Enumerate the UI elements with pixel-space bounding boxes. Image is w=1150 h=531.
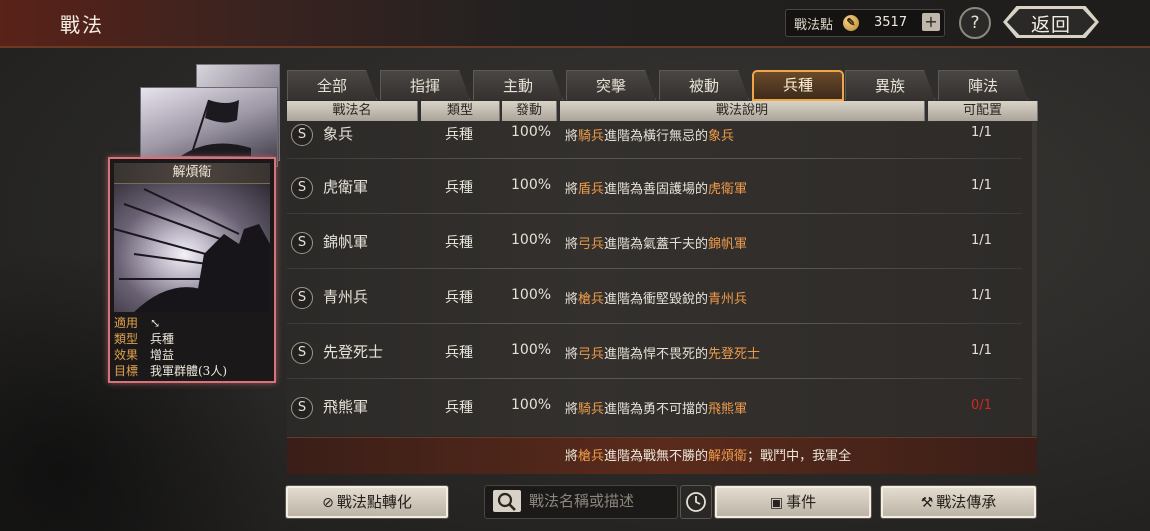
- spearmen-art-icon: [114, 188, 270, 312]
- tactic-name: 錦帆軍: [323, 233, 369, 251]
- tactic-slots: 1/1: [971, 178, 992, 193]
- card-artwork: [114, 184, 270, 312]
- col-header-rate: 發動: [502, 101, 557, 121]
- table-scrollbar[interactable]: [1032, 122, 1037, 436]
- tactic-slots: 1/1: [971, 125, 992, 140]
- convert-icon: ⊘: [322, 495, 334, 511]
- card-title: 解煩衛: [114, 163, 270, 184]
- tactic-name: 飛熊軍: [323, 398, 369, 416]
- grade-badge: S: [291, 232, 313, 254]
- table-row[interactable]: S 錦帆軍 兵種 100% 將弓兵進階為氣蓋千夫的錦帆軍 1/1: [287, 214, 1037, 269]
- tactic-description: 將弓兵進階為悍不畏死的先登死士: [565, 347, 761, 362]
- tab-troop-type[interactable]: 兵種: [752, 70, 844, 101]
- tab-passive[interactable]: 被動: [659, 70, 749, 100]
- tactic-description: 將騎兵進階為橫行無忌的象兵: [565, 129, 735, 144]
- tab-all[interactable]: 全部: [287, 70, 377, 100]
- grade-badge: S: [291, 287, 313, 309]
- tactic-slots: 1/1: [971, 343, 992, 358]
- tactic-type: 兵種: [445, 235, 473, 251]
- tactic-type: 兵種: [445, 290, 473, 306]
- event-icon: ▣: [769, 495, 784, 511]
- banner-silhouette-icon: [181, 99, 251, 156]
- tactic-description: 將弓兵進階為氣蓋千夫的錦帆軍: [565, 237, 748, 252]
- tactic-points-value: 3517: [874, 15, 908, 30]
- detail-text: 將槍兵進階為戰無不勝的解煩衛；戰鬥中，我軍全: [565, 449, 852, 464]
- tactic-type: 兵種: [445, 400, 473, 416]
- card-back-1: [140, 87, 278, 167]
- grade-badge: S: [291, 124, 313, 146]
- tactic-name: 虎衛軍: [323, 178, 369, 196]
- tactic-rate: 100%: [511, 177, 552, 193]
- search-input[interactable]: [529, 490, 669, 512]
- tactic-rate: 100%: [511, 342, 552, 358]
- table-row[interactable]: S 虎衛軍 兵種 100% 將盾兵進階為善固護場的虎衛軍 1/1: [287, 159, 1037, 214]
- tactic-slots: 1/1: [971, 288, 992, 303]
- grade-badge: S: [291, 177, 313, 199]
- search-box: [484, 485, 678, 519]
- tactic-description: 將騎兵進階為勇不可擋的飛熊軍: [565, 402, 748, 417]
- col-header-name: 戰法名: [287, 101, 418, 121]
- inherit-tactic-button[interactable]: ⚒ 戰法傳承: [880, 485, 1037, 519]
- selected-tactic-card[interactable]: 解煩衛 適用 ⤡ 類型 兵種 效果 增益 目標 我軍群體(3人): [108, 157, 276, 383]
- table-row[interactable]: S 飛熊軍 兵種 100% 將騎兵進階為勇不可擋的飛熊軍 0/1: [287, 379, 1037, 434]
- tab-active[interactable]: 主動: [473, 70, 563, 100]
- tactic-name: 象兵: [323, 125, 354, 143]
- table-row[interactable]: S 象兵 兵種 100% 將騎兵進階為橫行無忌的象兵 1/1: [287, 122, 1037, 159]
- tactic-rate: 100%: [511, 397, 552, 413]
- grade-badge: S: [291, 342, 313, 364]
- tab-command[interactable]: 指揮: [380, 70, 470, 100]
- selected-tactic-detail: 將槍兵進階為戰無不勝的解煩衛；戰鬥中，我軍全: [287, 437, 1037, 474]
- card-field-applicable: 適用 ⤡: [114, 316, 161, 330]
- page-title: 戰法: [60, 13, 104, 37]
- col-header-description: 戰法說明: [560, 101, 925, 121]
- tab-formation[interactable]: 陣法: [938, 70, 1028, 100]
- table-row[interactable]: S 先登死士 兵種 100% 將弓兵進階為悍不畏死的先登死士 1/1: [287, 324, 1037, 379]
- col-header-type: 類型: [421, 101, 500, 121]
- card-field-target: 目標 我軍群體(3人): [114, 364, 227, 378]
- help-icon[interactable]: ?: [959, 7, 991, 39]
- tactic-rate: 100%: [511, 232, 552, 248]
- card-info: 適用 ⤡ 類型 兵種 效果 增益 目標 我軍群體(3人): [114, 315, 270, 379]
- tactic-slots: 1/1: [971, 233, 992, 248]
- tactic-slots: 0/1: [971, 398, 992, 413]
- tactic-rate: 100%: [511, 124, 552, 140]
- tactic-name: 先登死士: [323, 343, 384, 361]
- tactic-description: 將盾兵進階為善固護場的虎衛軍: [565, 182, 748, 197]
- tactic-rate: 100%: [511, 287, 552, 303]
- add-points-button[interactable]: +: [922, 13, 940, 31]
- events-button[interactable]: ▣ 事件: [714, 485, 872, 519]
- tab-assault[interactable]: 突擊: [566, 70, 656, 100]
- tab-foreign[interactable]: 異族: [845, 70, 935, 100]
- col-header-slots: 可配置: [928, 101, 1038, 121]
- tactic-points-label: 戰法點: [794, 18, 834, 33]
- tactic-name: 青州兵: [323, 288, 369, 306]
- tactic-description: 將槍兵進階為衝堅毀銳的青州兵: [565, 292, 748, 307]
- card-field-type: 類型 兵種: [114, 332, 175, 346]
- grade-badge: S: [291, 397, 313, 419]
- back-button[interactable]: 返回: [1003, 6, 1099, 38]
- tactic-type: 兵種: [445, 127, 473, 143]
- tactics-table: S 象兵 兵種 100% 將騎兵進階為橫行無忌的象兵 1/1 S 虎衛軍 兵種 …: [287, 122, 1037, 436]
- convert-points-button[interactable]: ⊘ 戰法點轉化: [285, 485, 449, 519]
- spear-icon: ⤡: [150, 316, 161, 330]
- tactic-points-panel: 戰法點 ✎ 3517 +: [785, 9, 945, 37]
- tactic-type: 兵種: [445, 180, 473, 196]
- table-row[interactable]: S 青州兵 兵種 100% 將槍兵進階為衝堅毀銳的青州兵 1/1: [287, 269, 1037, 324]
- coin-icon: ✎: [843, 15, 859, 31]
- search-icon[interactable]: [493, 490, 521, 512]
- card-field-effect: 效果 增益: [114, 348, 175, 362]
- hammer-icon: ⚒: [920, 495, 934, 511]
- category-tabs: 全部 指揮 主動 突擊 被動 兵種 異族 陣法: [287, 70, 1037, 101]
- tactic-type: 兵種: [445, 345, 473, 361]
- top-bar: 戰法 戰法點 ✎ 3517 + ? 返回: [0, 0, 1150, 48]
- back-label: 返回: [1030, 14, 1071, 36]
- clock-icon[interactable]: [680, 485, 712, 519]
